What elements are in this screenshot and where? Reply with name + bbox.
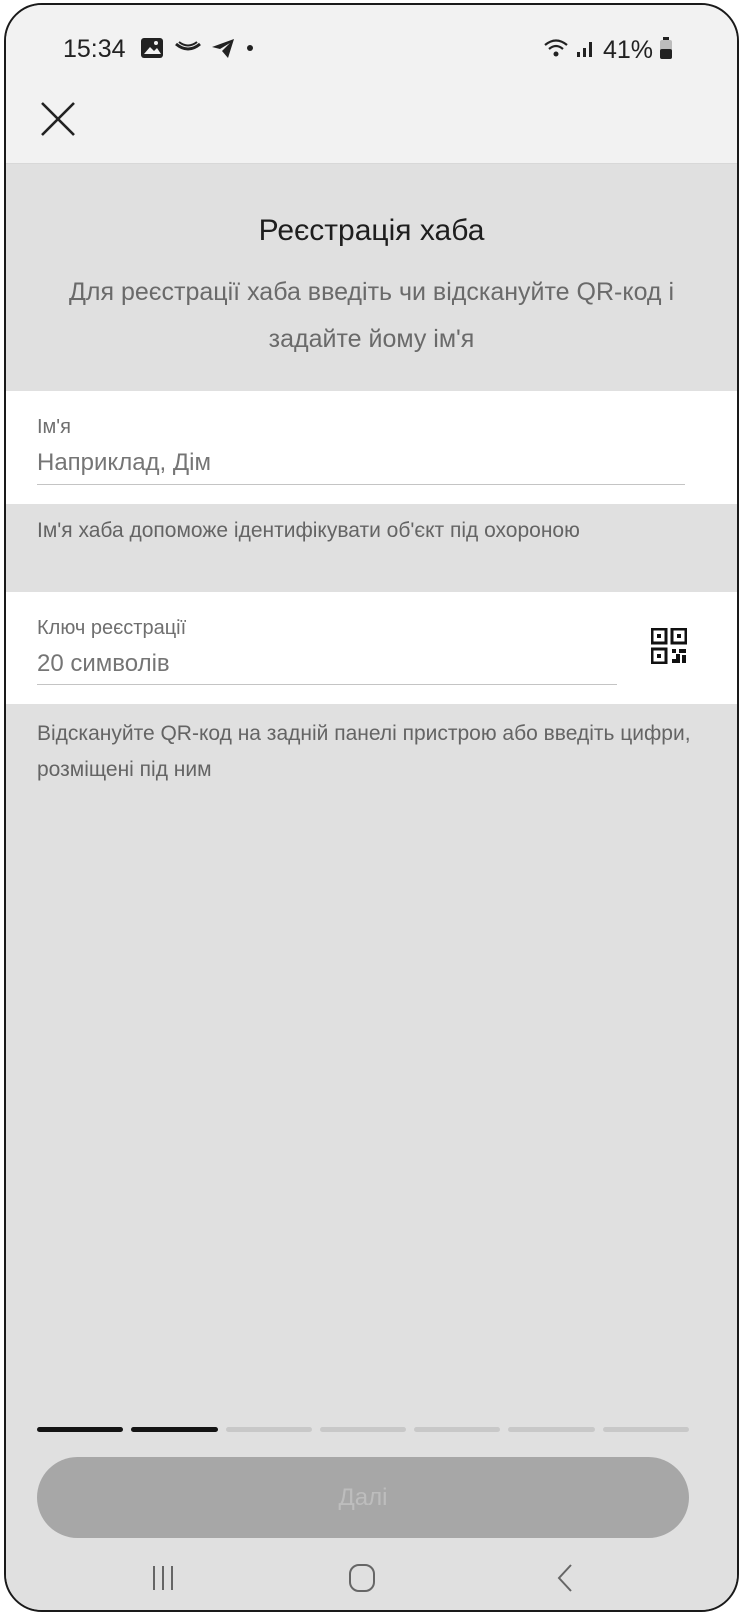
hub-name-field: Ім'я <box>6 391 737 504</box>
back-button[interactable] <box>546 1560 586 1596</box>
home-button[interactable] <box>342 1560 382 1596</box>
status-bar: 15:34 41% <box>6 5 737 95</box>
hub-name-underline <box>37 484 685 485</box>
progress-step <box>225 1427 312 1432</box>
title-block: Реєстрація хаба Для реєстрації хаба введ… <box>6 164 737 391</box>
registration-key-hint: Відскануйте QR-код на задній панелі прис… <box>37 722 691 781</box>
progress-step <box>319 1427 407 1432</box>
app-icon <box>174 38 202 63</box>
registration-key-underline <box>37 684 617 685</box>
registration-key-label: Ключ реєстрації <box>37 617 187 639</box>
home-icon <box>349 1564 375 1592</box>
notification-icons <box>140 35 256 65</box>
progress-step <box>602 1427 689 1432</box>
scan-qr-button[interactable] <box>650 627 688 665</box>
hub-name-input[interactable] <box>37 449 637 477</box>
gallery-icon <box>140 36 166 65</box>
next-button[interactable]: Далі <box>37 1457 689 1538</box>
status-time: 15:34 <box>63 35 126 63</box>
progress-step <box>508 1427 595 1432</box>
recent-apps-icon <box>153 1566 173 1590</box>
registration-key-field: Ключ реєстрації <box>6 592 737 704</box>
telegram-icon <box>210 36 236 65</box>
battery-level: 41% <box>602 35 653 64</box>
recent-apps-button[interactable] <box>143 1560 183 1596</box>
hub-name-label: Ім'я <box>37 416 71 438</box>
signal-icon <box>575 37 597 64</box>
battery-icon <box>659 36 673 65</box>
page-subtitle: Для реєстрації хаба введіть чи відскануй… <box>68 278 675 353</box>
hub-name-hint: Ім'я хаба допоможе ідентифікувати об'єкт… <box>37 519 580 542</box>
qr-code-icon <box>650 627 688 665</box>
close-icon <box>41 102 75 136</box>
phone-screen: 15:34 41% Реєстрація хаба Для реєстрації… <box>4 3 739 1612</box>
progress-step <box>414 1427 501 1432</box>
back-icon <box>557 1564 572 1592</box>
navigation-bar <box>6 1538 737 1610</box>
wifi-icon <box>543 37 569 64</box>
step-progress <box>37 1427 689 1433</box>
system-icons: 41% <box>543 35 673 65</box>
close-button[interactable] <box>36 97 80 141</box>
page-title: Реєстрація хаба <box>258 214 485 247</box>
progress-step <box>131 1427 218 1432</box>
top-bar <box>6 95 737 164</box>
registration-key-input[interactable] <box>37 650 577 678</box>
dot-icon <box>244 41 256 59</box>
progress-step <box>37 1427 124 1432</box>
